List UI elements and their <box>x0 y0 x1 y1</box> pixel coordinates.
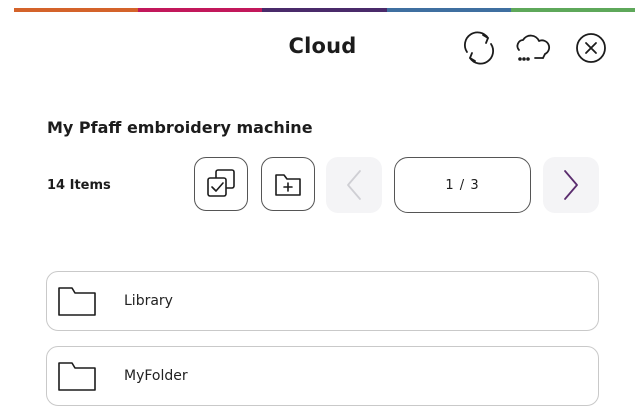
sync-icon <box>464 31 494 65</box>
accent-bar <box>14 8 635 12</box>
new-folder-button[interactable] <box>261 157 315 211</box>
folder-icon <box>58 362 96 391</box>
page-indicator: 1 / 3 <box>394 157 531 213</box>
previous-page-button[interactable] <box>326 157 382 213</box>
cloud-button[interactable] <box>510 28 554 68</box>
list-item-label: MyFolder <box>124 368 188 384</box>
select-all-button[interactable] <box>194 157 248 211</box>
accent-segment <box>14 8 139 12</box>
cloud-icon <box>516 34 551 61</box>
list-item-label: Library <box>124 293 173 309</box>
close-icon <box>576 33 606 63</box>
item-count: 14 Items <box>47 178 111 193</box>
machine-title: My Pfaff embroidery machine <box>47 118 313 137</box>
sync-button[interactable] <box>457 28 501 68</box>
list-item-library[interactable]: Library <box>46 271 599 331</box>
next-page-button[interactable] <box>543 157 599 213</box>
accent-segment <box>262 8 387 12</box>
accent-segment <box>510 8 635 12</box>
new-folder-icon <box>275 174 301 196</box>
folder-icon <box>58 287 96 316</box>
accent-segment <box>386 8 511 12</box>
chevron-left-icon <box>347 170 361 200</box>
list-item-myfolder[interactable]: MyFolder <box>46 346 599 406</box>
accent-segment <box>138 8 263 12</box>
close-button[interactable] <box>569 28 613 68</box>
chevron-right-icon <box>564 170 578 200</box>
select-all-icon <box>207 169 235 197</box>
